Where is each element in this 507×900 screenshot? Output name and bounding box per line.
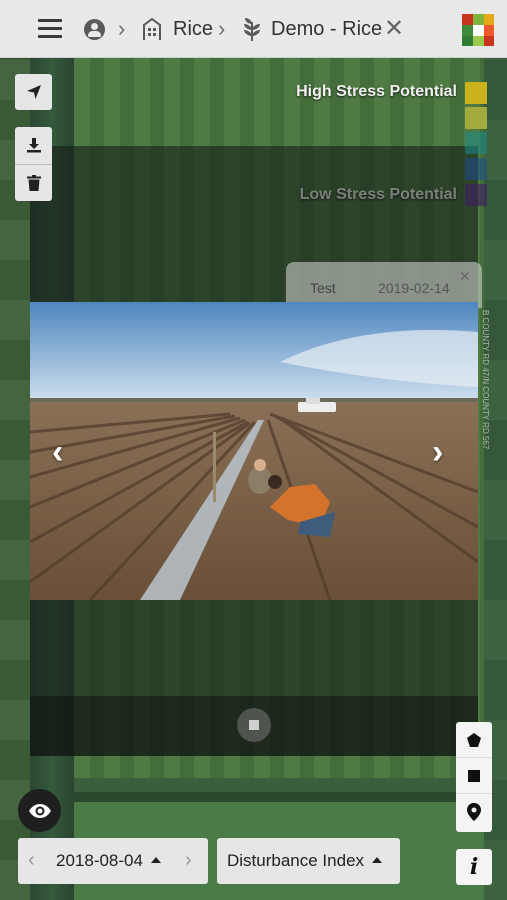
close-icon[interactable]: ✕ xyxy=(459,268,471,285)
draw-tools xyxy=(456,722,492,832)
navigation-arrow-icon xyxy=(26,85,41,99)
legend-swatch xyxy=(465,132,487,154)
photo-next-button[interactable]: › xyxy=(432,433,443,472)
breadcrumb-field[interactable]: Demo - Rice xyxy=(271,18,382,41)
legend-swatch xyxy=(465,82,487,104)
layer-selector[interactable]: Disturbance Index xyxy=(217,838,400,884)
account-icon[interactable] xyxy=(84,19,105,40)
legend-low-label: Low Stress Potential xyxy=(299,186,457,203)
delete-button[interactable] xyxy=(15,164,52,201)
date-dropdown[interactable]: 2018-08-04 xyxy=(56,851,161,871)
legend-swatch xyxy=(465,158,487,180)
legend-swatch xyxy=(465,184,487,206)
visibility-toggle[interactable] xyxy=(18,789,61,832)
observation-date: 2019-02-14 xyxy=(378,280,450,296)
trash-icon xyxy=(26,174,41,191)
plant-icon xyxy=(244,18,260,41)
slideshow-stop-button[interactable] xyxy=(237,708,271,742)
chevron-right-icon: › xyxy=(118,16,126,41)
app-logo[interactable] xyxy=(461,13,495,47)
date-value: 2018-08-04 xyxy=(56,851,143,870)
draw-marker-button[interactable] xyxy=(456,794,492,830)
caret-up-icon xyxy=(150,857,161,863)
legend-high-label: High Stress Potential xyxy=(296,83,457,100)
road-label: B COUNTY RD 47/N COUNTY RD 567 xyxy=(481,310,490,450)
photo-prev-button[interactable]: ‹ xyxy=(52,433,63,472)
map-marker-icon xyxy=(467,803,481,821)
polygon-icon xyxy=(467,732,481,747)
observation-title: Test xyxy=(310,280,336,296)
top-bar: › Rice › Demo - Rice ✕ xyxy=(0,0,507,58)
draw-polygon-button[interactable] xyxy=(456,722,492,758)
date-prev-button[interactable]: ‹ xyxy=(28,849,35,872)
download-icon xyxy=(26,138,41,153)
eye-icon xyxy=(28,803,51,818)
legend-swatch xyxy=(465,107,487,129)
layer-tools-group xyxy=(15,127,52,201)
caret-up-icon xyxy=(372,857,383,863)
close-icon[interactable]: ✕ xyxy=(384,14,404,43)
layer-value: Disturbance Index xyxy=(227,851,365,870)
draw-rectangle-button[interactable] xyxy=(456,758,492,794)
breadcrumb-farm[interactable]: Rice xyxy=(173,18,213,41)
info-button[interactable]: i xyxy=(456,849,492,885)
observation-photo[interactable] xyxy=(30,302,478,600)
rectangle-icon xyxy=(468,769,480,782)
menu-icon[interactable] xyxy=(38,19,62,39)
locate-button[interactable] xyxy=(15,74,52,110)
download-button[interactable] xyxy=(15,127,52,164)
chevron-right-icon: › xyxy=(218,16,226,41)
date-selector: ‹ 2018-08-04 › xyxy=(18,838,208,884)
farm-icon xyxy=(143,17,161,40)
date-next-button[interactable]: › xyxy=(185,849,192,872)
field-photo-image xyxy=(30,302,478,600)
info-icon: i xyxy=(469,854,479,880)
